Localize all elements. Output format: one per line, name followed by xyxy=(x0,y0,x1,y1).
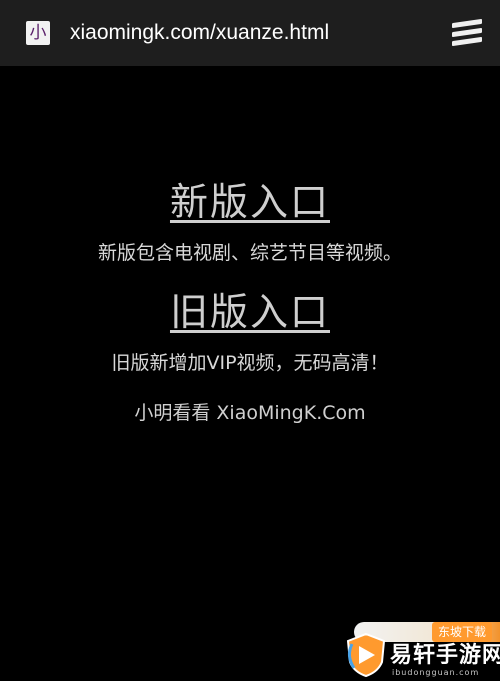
url-text[interactable]: xiaomingk.com/xuanze.html xyxy=(70,19,329,47)
main-content: 新版入口 新版包含电视剧、综艺节目等视频。 旧版入口 旧版新增加VIP视频，无码… xyxy=(0,66,500,426)
watermark-domain: ibudongguan.com xyxy=(392,668,480,677)
old-version-link[interactable]: 旧版入口 xyxy=(0,288,500,336)
site-favicon-icon: 小 xyxy=(26,21,50,45)
hamburger-menu-icon[interactable] xyxy=(452,18,484,47)
address-bar: 小 xiaomingk.com/xuanze.html xyxy=(0,0,500,66)
menu-line xyxy=(452,36,482,47)
watermark: 东坡下载 易轩手游网 ibudongguan.com xyxy=(322,614,500,681)
menu-line xyxy=(452,18,482,29)
new-version-link[interactable]: 新版入口 xyxy=(0,178,500,226)
watermark-badge: 东坡下载 xyxy=(432,622,493,642)
watermark-shield-icon xyxy=(346,632,386,678)
browser-page: 小 xiaomingk.com/xuanze.html 新版入口 新版包含电视剧… xyxy=(0,0,500,681)
site-footer-text: 小明看看 XiaoMingK.Com xyxy=(134,402,366,424)
old-version-description: 旧版新增加VIP视频，无码高清！ xyxy=(111,352,389,374)
watermark-brand: 易轩手游网 xyxy=(390,643,500,668)
menu-line xyxy=(452,27,482,38)
new-version-description: 新版包含电视剧、综艺节目等视频。 xyxy=(97,242,402,264)
